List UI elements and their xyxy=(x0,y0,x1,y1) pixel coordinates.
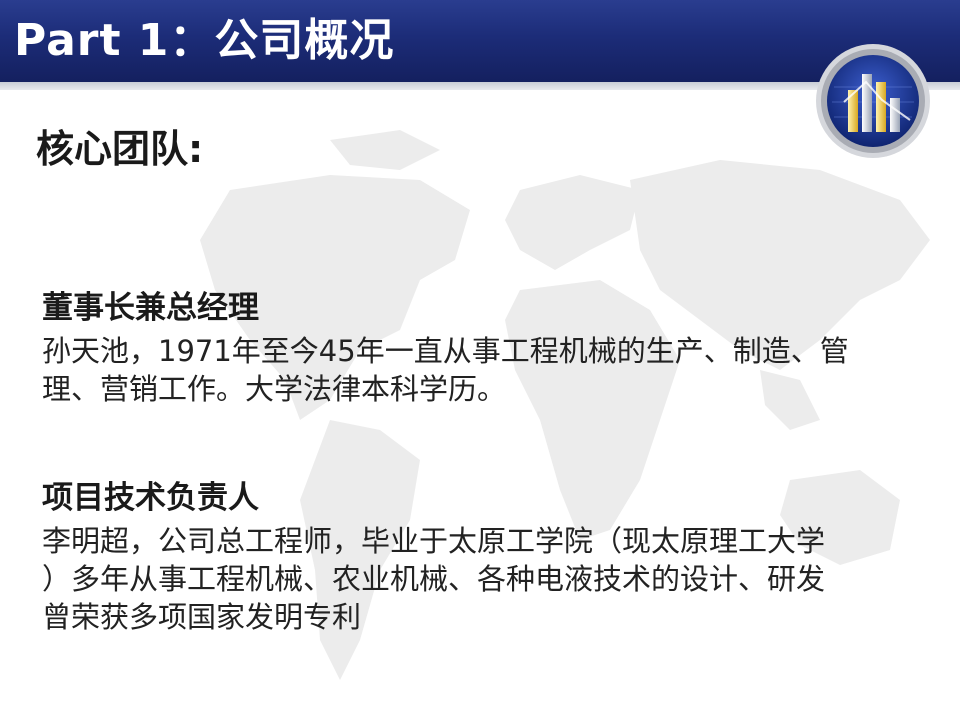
bio-line: ）多年从事工程机械、农业机械、各种电液技术的设计、研发 xyxy=(42,562,826,596)
bio-tech-lead: 李明超，公司总工程师，毕业于太原工学院（现太原理工大学 ）多年从事工程机械、农业… xyxy=(42,522,932,636)
slide: Part 1：公司概况 核心团队: 董事长兼总经理 孙天池，1971年至今45年… xyxy=(0,0,960,720)
section-heading: 核心团队: xyxy=(36,127,204,171)
role-title-tech-lead: 项目技术负责人 xyxy=(42,480,259,516)
slide-title: Part 1：公司概况 xyxy=(14,15,395,66)
bar-chart-badge-icon xyxy=(816,44,930,158)
bio-line: 曾荣获多项国家发明专利 xyxy=(42,600,362,634)
role-title-chairman: 董事长兼总经理 xyxy=(42,290,259,326)
bio-chairman: 孙天池，1971年至今45年一直从事工程机械的生产、制造、管 理、营销工作。大学… xyxy=(42,332,932,408)
bio-line: 李明超，公司总工程师，毕业于太原工学院（现太原理工大学 xyxy=(42,524,826,558)
bio-line: 孙天池，1971年至今45年一直从事工程机械的生产、制造、管 xyxy=(42,334,849,368)
bio-line: 理、营销工作。大学法律本科学历。 xyxy=(42,372,507,406)
